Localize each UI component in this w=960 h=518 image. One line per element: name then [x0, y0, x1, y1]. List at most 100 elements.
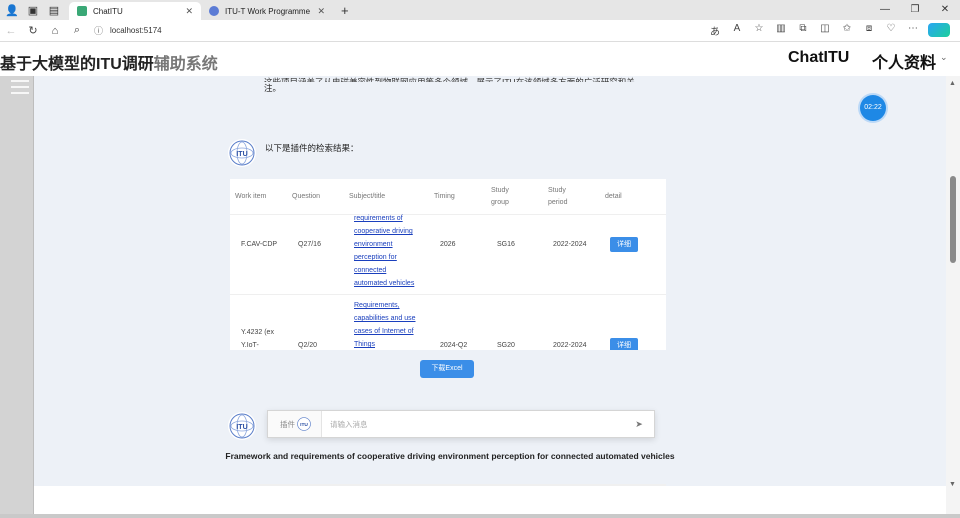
window-controls: — ❐ ✕: [870, 0, 960, 20]
col-header-work-item: Work item: [235, 193, 267, 200]
sidebar: [0, 76, 34, 518]
subject-link-line[interactable]: requirements of: [354, 215, 403, 222]
subject-link-line[interactable]: connected: [354, 267, 386, 274]
page-scrollbar[interactable]: ▲ ▼: [946, 76, 960, 518]
col-header-subject: Subject/title: [349, 193, 386, 200]
timer-badge[interactable]: 02:22: [860, 95, 886, 121]
itu-avatar-icon: ITU: [228, 412, 256, 440]
previous-message-end: 注。: [264, 83, 282, 93]
tab-chatitu[interactable]: ChatITU ✕: [69, 2, 201, 20]
hamburger-menu-icon[interactable]: [11, 80, 29, 98]
svg-text:ITU: ITU: [236, 151, 247, 158]
read-aloud-icon[interactable]: A: [726, 23, 748, 38]
send-icon[interactable]: ➤: [624, 419, 654, 430]
cell-timing: 2024-Q2: [440, 342, 468, 349]
subject-link-line[interactable]: Things: [354, 341, 375, 348]
itu-plugin-icon: ITU: [297, 417, 311, 431]
col-header-timing: Timing: [434, 193, 455, 200]
col-header-detail: detail: [605, 193, 622, 200]
site-info-icon[interactable]: ⓘ: [94, 24, 110, 37]
plugin-result-intro: 以下是插件的检索结果：: [265, 143, 359, 153]
cell-study-period: 2022-2024: [553, 241, 587, 248]
result-separator: [230, 484, 666, 486]
profile-menu[interactable]: 个人资料: [872, 49, 936, 73]
subject-link-line[interactable]: cooperative driving: [354, 228, 413, 235]
favorites-icon[interactable]: ✩: [836, 23, 858, 38]
back-icon[interactable]: ←: [0, 25, 22, 37]
browser-tab-bar: 👤 ▣ ▤ ChatITU ✕ ITU-T Work Programme ✕ +…: [0, 0, 960, 20]
tab-itu-work-programme[interactable]: ITU-T Work Programme ✕: [201, 2, 333, 20]
title-main: 基于大模型的ITU调研: [0, 56, 154, 73]
cell-question: Q27/16: [298, 241, 321, 248]
search-icon[interactable]: ⌕: [66, 24, 88, 37]
split-screen-icon[interactable]: ▥: [770, 23, 792, 38]
previous-message-text: 这些项目涵盖了从电磁兼容性到物联网应用等多个领域，展示了ITU在该领域多方面的广…: [264, 76, 664, 94]
close-tab-icon[interactable]: ✕: [317, 6, 325, 17]
subject-link-line[interactable]: environment: [354, 241, 393, 248]
plugin-selector[interactable]: 插件 ITU: [268, 411, 322, 437]
work-item-line: Y.4232 (ex: [241, 329, 274, 336]
plugin-label: 插件: [280, 419, 295, 429]
tab-actions-icon[interactable]: ▤: [45, 1, 63, 19]
address-bar-row: ← ↻ ⌂ ⌕ ⓘ localhost:5174 あ A ☆ ▥ ⧉ ◫ ✩ ⧈…: [0, 20, 960, 42]
cell-timing: 2026: [440, 241, 456, 248]
subject-link-line[interactable]: perception for: [354, 254, 397, 261]
col-header-study-period: Study period: [548, 187, 568, 206]
subject-link-line[interactable]: Requirements,: [354, 302, 400, 309]
message-composer: 插件 ITU ➤: [267, 410, 655, 438]
sidebar-toggle-icon[interactable]: ◫: [814, 23, 836, 38]
tab-label: ChatITU: [93, 6, 123, 16]
copilot-icon[interactable]: [928, 23, 950, 37]
url-field[interactable]: ⓘ localhost:5174: [94, 22, 654, 40]
extensions-icon[interactable]: ⧉: [792, 23, 814, 38]
close-window-icon[interactable]: ✕: [930, 0, 960, 20]
download-excel-button[interactable]: 下载Excel: [420, 360, 474, 378]
chat-main: 这些项目涵盖了从电磁兼容性到物联网应用等多个领域，展示了ITU在该领域多方面的广…: [34, 76, 946, 518]
collections-icon[interactable]: ⧈: [858, 23, 880, 38]
brand-link[interactable]: ChatITU: [788, 49, 849, 67]
scroll-up-icon[interactable]: ▲: [949, 80, 956, 87]
detail-button[interactable]: 详细: [610, 237, 638, 252]
browser-essentials-icon[interactable]: ♡: [880, 23, 902, 38]
refresh-icon[interactable]: ↻: [22, 24, 44, 37]
header-divider: [230, 214, 666, 215]
profile-avatar-icon[interactable]: 👤: [3, 1, 21, 19]
svg-text:ITU: ITU: [300, 422, 308, 428]
col-header-study-group: Study group: [491, 187, 509, 206]
bottom-strip: [0, 514, 960, 518]
cell-work-item: F.CAV-CDP: [241, 241, 278, 248]
result-title: Framework and requirements of cooperativ…: [225, 451, 675, 461]
workspaces-icon[interactable]: ▣: [24, 1, 42, 19]
itu-avatar-icon: ITU: [228, 139, 256, 167]
subject-link-line[interactable]: cases of Internet of: [354, 328, 414, 335]
work-item-line: Y.IoT-: [241, 342, 259, 349]
cell-study-group: SG16: [497, 241, 515, 248]
message-input[interactable]: [322, 412, 624, 436]
itu-favicon-icon: [209, 6, 219, 16]
restore-icon[interactable]: ❐: [900, 0, 930, 20]
svg-text:ITU: ITU: [236, 424, 247, 431]
translate-icon[interactable]: あ: [704, 23, 726, 38]
col-header-question: Question: [292, 193, 321, 200]
chevron-down-icon[interactable]: ⌄: [940, 52, 948, 63]
cell-question: Q2/20: [298, 342, 318, 349]
url-text: localhost:5174: [110, 26, 162, 35]
new-tab-icon[interactable]: +: [341, 3, 349, 18]
favorite-star-icon[interactable]: ☆: [748, 23, 770, 38]
title-dim: 辅助系统: [153, 56, 218, 73]
more-menu-icon[interactable]: ⋯: [902, 23, 924, 38]
scrollbar-thumb[interactable]: [950, 176, 956, 263]
close-tab-icon[interactable]: ✕: [185, 6, 193, 17]
cell-study-group: SG20: [497, 342, 515, 349]
detail-button[interactable]: 详细: [610, 338, 638, 350]
cell-work-item: Y.4232 (ex Y.IoT-: [241, 326, 274, 350]
home-icon[interactable]: ⌂: [44, 25, 66, 37]
minimize-icon[interactable]: —: [870, 0, 900, 20]
subject-link-line[interactable]: capabilities and use: [354, 315, 416, 322]
subject-link-line[interactable]: automated vehicles: [354, 280, 414, 287]
cell-subject: Requirements, capabilities and use cases…: [354, 299, 434, 350]
app-header: 基于大模型的ITU调研辅助系统 ChatITU 个人资料 ⌄: [0, 42, 960, 76]
scroll-down-icon[interactable]: ▼: [949, 481, 956, 488]
cell-study-period: 2022-2024: [553, 342, 587, 349]
previous-message-cut-line: 这些项目涵盖了从电磁兼容性到物联网应用等多个领域，展示了ITU在该领域多方面的广…: [264, 77, 635, 82]
